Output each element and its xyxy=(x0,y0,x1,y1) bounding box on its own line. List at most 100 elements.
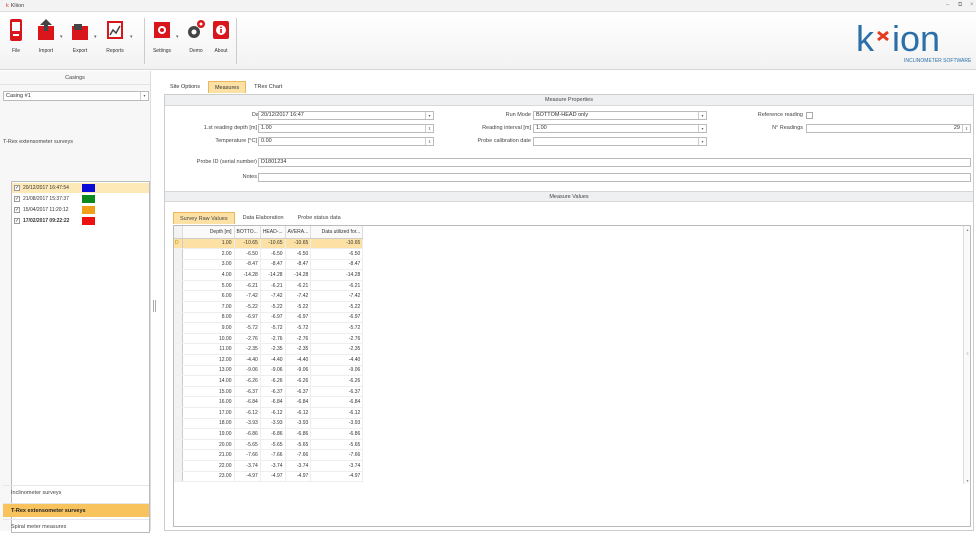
sidebar-splitter-handle[interactable] xyxy=(153,300,156,312)
table-row[interactable]: 19.00 -6.86 -6.86 -6.86 -6.86 xyxy=(174,428,364,440)
row-indicator[interactable] xyxy=(174,343,183,356)
table-row[interactable]: 20.00 -5.65 -5.65 -5.65 -5.65 xyxy=(174,439,364,451)
table-cell[interactable]: 19.00 xyxy=(182,428,235,440)
survey-color-swatch[interactable] xyxy=(82,184,95,192)
table-cell[interactable]: -5.65 xyxy=(234,439,261,451)
tab-probe-status-data[interactable]: Probe status data xyxy=(292,212,347,224)
table-cell[interactable]: -5.22 xyxy=(260,301,286,313)
table-row[interactable]: 12.00 -4.40 -4.40 -4.40 -4.40 xyxy=(174,354,364,366)
row-indicator[interactable] xyxy=(174,290,183,303)
scroll-up-icon[interactable]: ▴ xyxy=(964,227,970,232)
table-cell[interactable]: -6.37 xyxy=(285,386,312,398)
reports-button[interactable]: Reports xyxy=(102,18,128,68)
reference-reading-checkbox[interactable] xyxy=(806,112,813,119)
column-header-head[interactable]: HEAD-... xyxy=(260,226,286,239)
table-row[interactable]: D 1.00 -10.65 -10.65 -10.65 -10.65 xyxy=(174,238,364,250)
table-cell[interactable]: -8.47 xyxy=(260,259,286,271)
nav-trex-surveys[interactable]: T-Rex extensometer surveys xyxy=(3,503,149,517)
tab-data-elaboration[interactable]: Data Elaboration xyxy=(237,212,290,224)
probe-id-field[interactable]: D1801234 xyxy=(258,158,971,167)
table-cell[interactable]: -10.65 xyxy=(234,238,261,250)
table-cell[interactable]: -6.86 xyxy=(260,428,286,440)
table-cell[interactable]: -2.35 xyxy=(310,343,364,356)
table-row[interactable]: 9.00 -5.72 -5.72 -5.72 -5.72 xyxy=(174,322,364,334)
table-cell[interactable]: -6.86 xyxy=(234,428,261,440)
table-cell[interactable]: -9.06 xyxy=(234,365,261,377)
table-cell[interactable]: -14.28 xyxy=(260,269,286,281)
row-indicator[interactable]: D xyxy=(174,238,183,250)
table-row[interactable]: 7.00 -5.22 -5.22 -5.22 -5.22 xyxy=(174,301,364,313)
table-cell[interactable]: -6.86 xyxy=(310,428,364,440)
chevron-down-icon[interactable]: ▾ xyxy=(140,92,148,100)
row-indicator[interactable] xyxy=(174,407,183,419)
column-header-depth[interactable]: Depth [m] xyxy=(182,226,235,239)
table-cell[interactable]: -6.37 xyxy=(310,386,364,398)
table-cell[interactable]: -4.40 xyxy=(234,354,261,366)
tab-measures[interactable]: Measures xyxy=(207,81,247,93)
survey-color-swatch[interactable] xyxy=(82,217,95,225)
table-cell[interactable]: 8.00 xyxy=(182,312,235,324)
table-cell[interactable]: -6.12 xyxy=(285,407,312,419)
table-cell[interactable]: -6.84 xyxy=(285,396,312,408)
row-indicator[interactable] xyxy=(174,471,183,483)
close-button[interactable]: × xyxy=(970,2,974,8)
chevron-down-icon[interactable]: ▾ xyxy=(698,138,706,145)
about-button[interactable]: About xyxy=(208,18,234,68)
table-cell[interactable]: -2.76 xyxy=(234,333,261,345)
spin-icon[interactable]: ⇕ xyxy=(425,138,433,145)
table-cell[interactable]: 5.00 xyxy=(182,280,235,292)
table-cell[interactable]: 7.00 xyxy=(182,301,235,313)
datetime-field[interactable]: 20/12/2017 16:47 ▾ xyxy=(258,111,434,120)
row-indicator[interactable] xyxy=(174,259,183,271)
table-cell[interactable]: 15.00 xyxy=(182,386,235,398)
row-indicator[interactable] xyxy=(174,418,183,430)
table-cell[interactable]: -6.26 xyxy=(234,375,261,387)
chevron-down-icon[interactable]: ▾ xyxy=(698,125,706,132)
table-cell[interactable]: -8.47 xyxy=(310,259,364,271)
n-readings-field[interactable]: 29 ⇕ xyxy=(806,124,971,133)
table-cell[interactable]: -5.72 xyxy=(260,322,286,334)
table-cell[interactable]: -2.76 xyxy=(260,333,286,345)
row-indicator[interactable] xyxy=(174,439,183,451)
table-cell[interactable]: 9.00 xyxy=(182,322,235,334)
table-cell[interactable]: -9.06 xyxy=(285,365,312,377)
table-cell[interactable]: -3.93 xyxy=(310,418,364,430)
table-cell[interactable]: 14.00 xyxy=(182,375,235,387)
table-cell[interactable]: -5.65 xyxy=(285,439,312,451)
table-cell[interactable]: -3.93 xyxy=(234,418,261,430)
table-cell[interactable]: -5.22 xyxy=(285,301,312,313)
restore-button[interactable]: ⧉ xyxy=(958,2,962,9)
table-cell[interactable]: -5.65 xyxy=(310,439,364,451)
table-cell[interactable]: -6.50 xyxy=(260,248,286,260)
table-cell[interactable]: -3.74 xyxy=(234,460,261,472)
row-indicator[interactable] xyxy=(174,322,183,334)
table-cell[interactable]: -9.06 xyxy=(310,365,364,377)
table-cell[interactable]: -14.28 xyxy=(310,269,364,281)
table-cell[interactable]: -7.66 xyxy=(260,449,286,461)
table-cell[interactable]: 4.00 xyxy=(182,269,235,281)
tab-survey-raw-values[interactable]: Survey Raw Values xyxy=(173,212,235,224)
first-depth-field[interactable]: 1.00 ⇕ xyxy=(258,124,434,133)
table-cell[interactable]: -10.65 xyxy=(310,238,364,250)
table-cell[interactable]: -2.76 xyxy=(285,333,312,345)
table-cell[interactable]: 6.00 xyxy=(182,290,235,303)
probe-calibration-select[interactable]: ▾ xyxy=(533,137,707,146)
table-cell[interactable]: -6.86 xyxy=(285,428,312,440)
table-cell[interactable]: -6.84 xyxy=(260,396,286,408)
list-item[interactable]: ✓ 20/12/2017 16:47:54 xyxy=(12,183,149,193)
table-cell[interactable]: -5.72 xyxy=(234,322,261,334)
table-row[interactable]: 5.00 -6.21 -6.21 -6.21 -6.21 xyxy=(174,280,364,292)
table-cell[interactable]: -6.50 xyxy=(234,248,261,260)
survey-checkbox[interactable]: ✓ xyxy=(14,217,20,224)
table-row[interactable]: 17.00 -6.12 -6.12 -6.12 -6.12 xyxy=(174,407,364,419)
table-cell[interactable]: -2.76 xyxy=(310,333,364,345)
table-cell[interactable]: 2.00 xyxy=(182,248,235,260)
table-cell[interactable]: -6.97 xyxy=(260,312,286,324)
table-cell[interactable]: -10.65 xyxy=(260,238,286,250)
table-cell[interactable]: -6.50 xyxy=(285,248,312,260)
row-indicator[interactable] xyxy=(174,460,183,472)
notes-field[interactable] xyxy=(258,173,971,182)
chevron-down-icon[interactable]: ▾ xyxy=(698,112,706,119)
table-cell[interactable]: 20.00 xyxy=(182,439,235,451)
scroll-down-icon[interactable]: ▾ xyxy=(964,478,970,483)
